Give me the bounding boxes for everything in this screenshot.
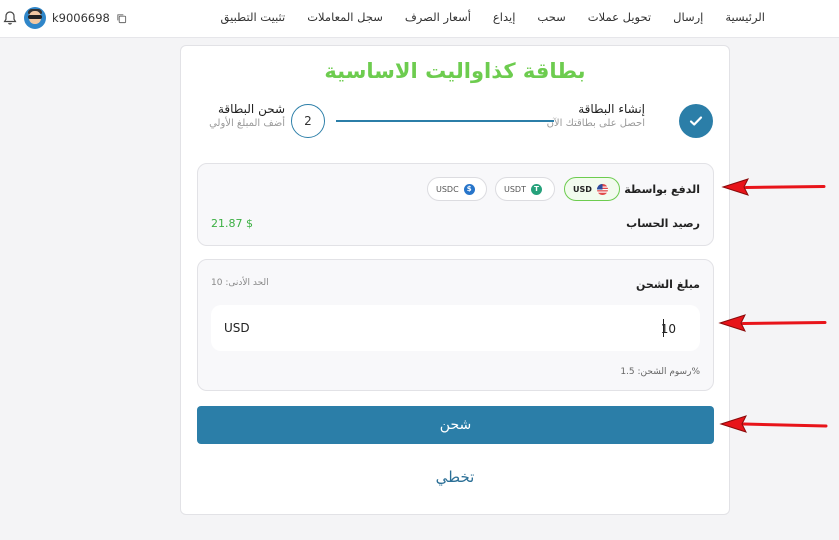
amount-label: مبلغ الشحن	[635, 278, 700, 291]
user-area: k9006698	[0, 6, 127, 30]
currency-option-label: USD	[573, 184, 592, 194]
step-1-text: إنشاء البطاقة احصل على بطاقتك الآن	[525, 102, 645, 129]
payment-method-box: الدفع بواسطة USD USDT T USDC $ رصيد الحس…	[197, 163, 714, 246]
amount-currency: USD	[224, 321, 250, 335]
annotation-arrow-icon	[718, 314, 827, 332]
nav-deposit[interactable]: إيداع	[493, 10, 516, 24]
annotation-arrow-icon	[721, 178, 826, 196]
step-2-indicator: 2	[291, 104, 325, 138]
amount-value: 10	[660, 322, 676, 336]
nav-home[interactable]: الرئيسية	[725, 10, 765, 24]
payment-label: الدفع بواسطة	[624, 183, 700, 196]
skip-link[interactable]: تخطي	[181, 468, 729, 486]
charge-amount-box: مبلغ الشحن الحد الأدنى: 10 USD 10 رسوم ا…	[197, 259, 714, 391]
nav-transactions[interactable]: سجل المعاملات	[307, 10, 383, 24]
nav-withdraw[interactable]: سحب	[537, 10, 565, 24]
step-2-subtitle: أضف المبلغ الأولي	[209, 118, 285, 129]
username: k9006698	[52, 11, 110, 25]
step-1-indicator	[679, 104, 713, 138]
balance-value: 21.87 $	[211, 217, 253, 230]
step-connector	[336, 120, 554, 122]
stepper: إنشاء البطاقة احصل على بطاقتك الآن 2 شحن…	[181, 102, 729, 146]
charge-button[interactable]: شحن	[197, 406, 714, 444]
currency-option-usdc[interactable]: USDC $	[427, 177, 487, 201]
us-flag-icon	[596, 183, 608, 195]
nav-install-app[interactable]: تثبيت التطبيق	[221, 10, 286, 24]
currency-option-label: USDC	[436, 184, 459, 194]
nav-send[interactable]: إرسال	[673, 10, 703, 24]
usdc-icon: $	[463, 183, 475, 195]
main-nav: الرئيسية إرسال تحويل عملات سحب إيداع أسع…	[221, 10, 765, 24]
minimum-amount-label: الحد الأدنى: 10	[211, 278, 269, 288]
currency-option-label: USDT	[504, 184, 526, 194]
check-icon	[689, 116, 703, 126]
charge-fee-label: رسوم الشحن: 1.5%	[620, 367, 700, 377]
currency-option-usdt[interactable]: USDT T	[495, 177, 555, 201]
nav-exchange-rates[interactable]: أسعار الصرف	[405, 10, 471, 24]
tether-icon: T	[530, 183, 542, 195]
balance-label: رصيد الحساب	[626, 217, 700, 230]
copy-icon[interactable]	[116, 13, 127, 24]
step-2-title: شحن البطاقة	[217, 102, 285, 116]
bell-icon[interactable]	[2, 10, 18, 26]
annotation-arrow-icon	[719, 415, 828, 433]
currency-option-usd[interactable]: USD	[564, 177, 620, 201]
nav-convert[interactable]: تحويل عملات	[588, 10, 651, 24]
page-title: بطاقة كذاواليت الاساسية	[324, 59, 586, 83]
top-navbar: الرئيسية إرسال تحويل عملات سحب إيداع أسع…	[0, 0, 839, 38]
avatar[interactable]	[24, 7, 46, 29]
step-1-title: إنشاء البطاقة	[578, 102, 645, 116]
amount-input[interactable]: USD 10	[211, 305, 700, 351]
card-panel: بطاقة كذاواليت الاساسية إنشاء البطاقة اح…	[180, 45, 730, 515]
step-2-text: شحن البطاقة أضف المبلغ الأولي	[197, 102, 285, 129]
